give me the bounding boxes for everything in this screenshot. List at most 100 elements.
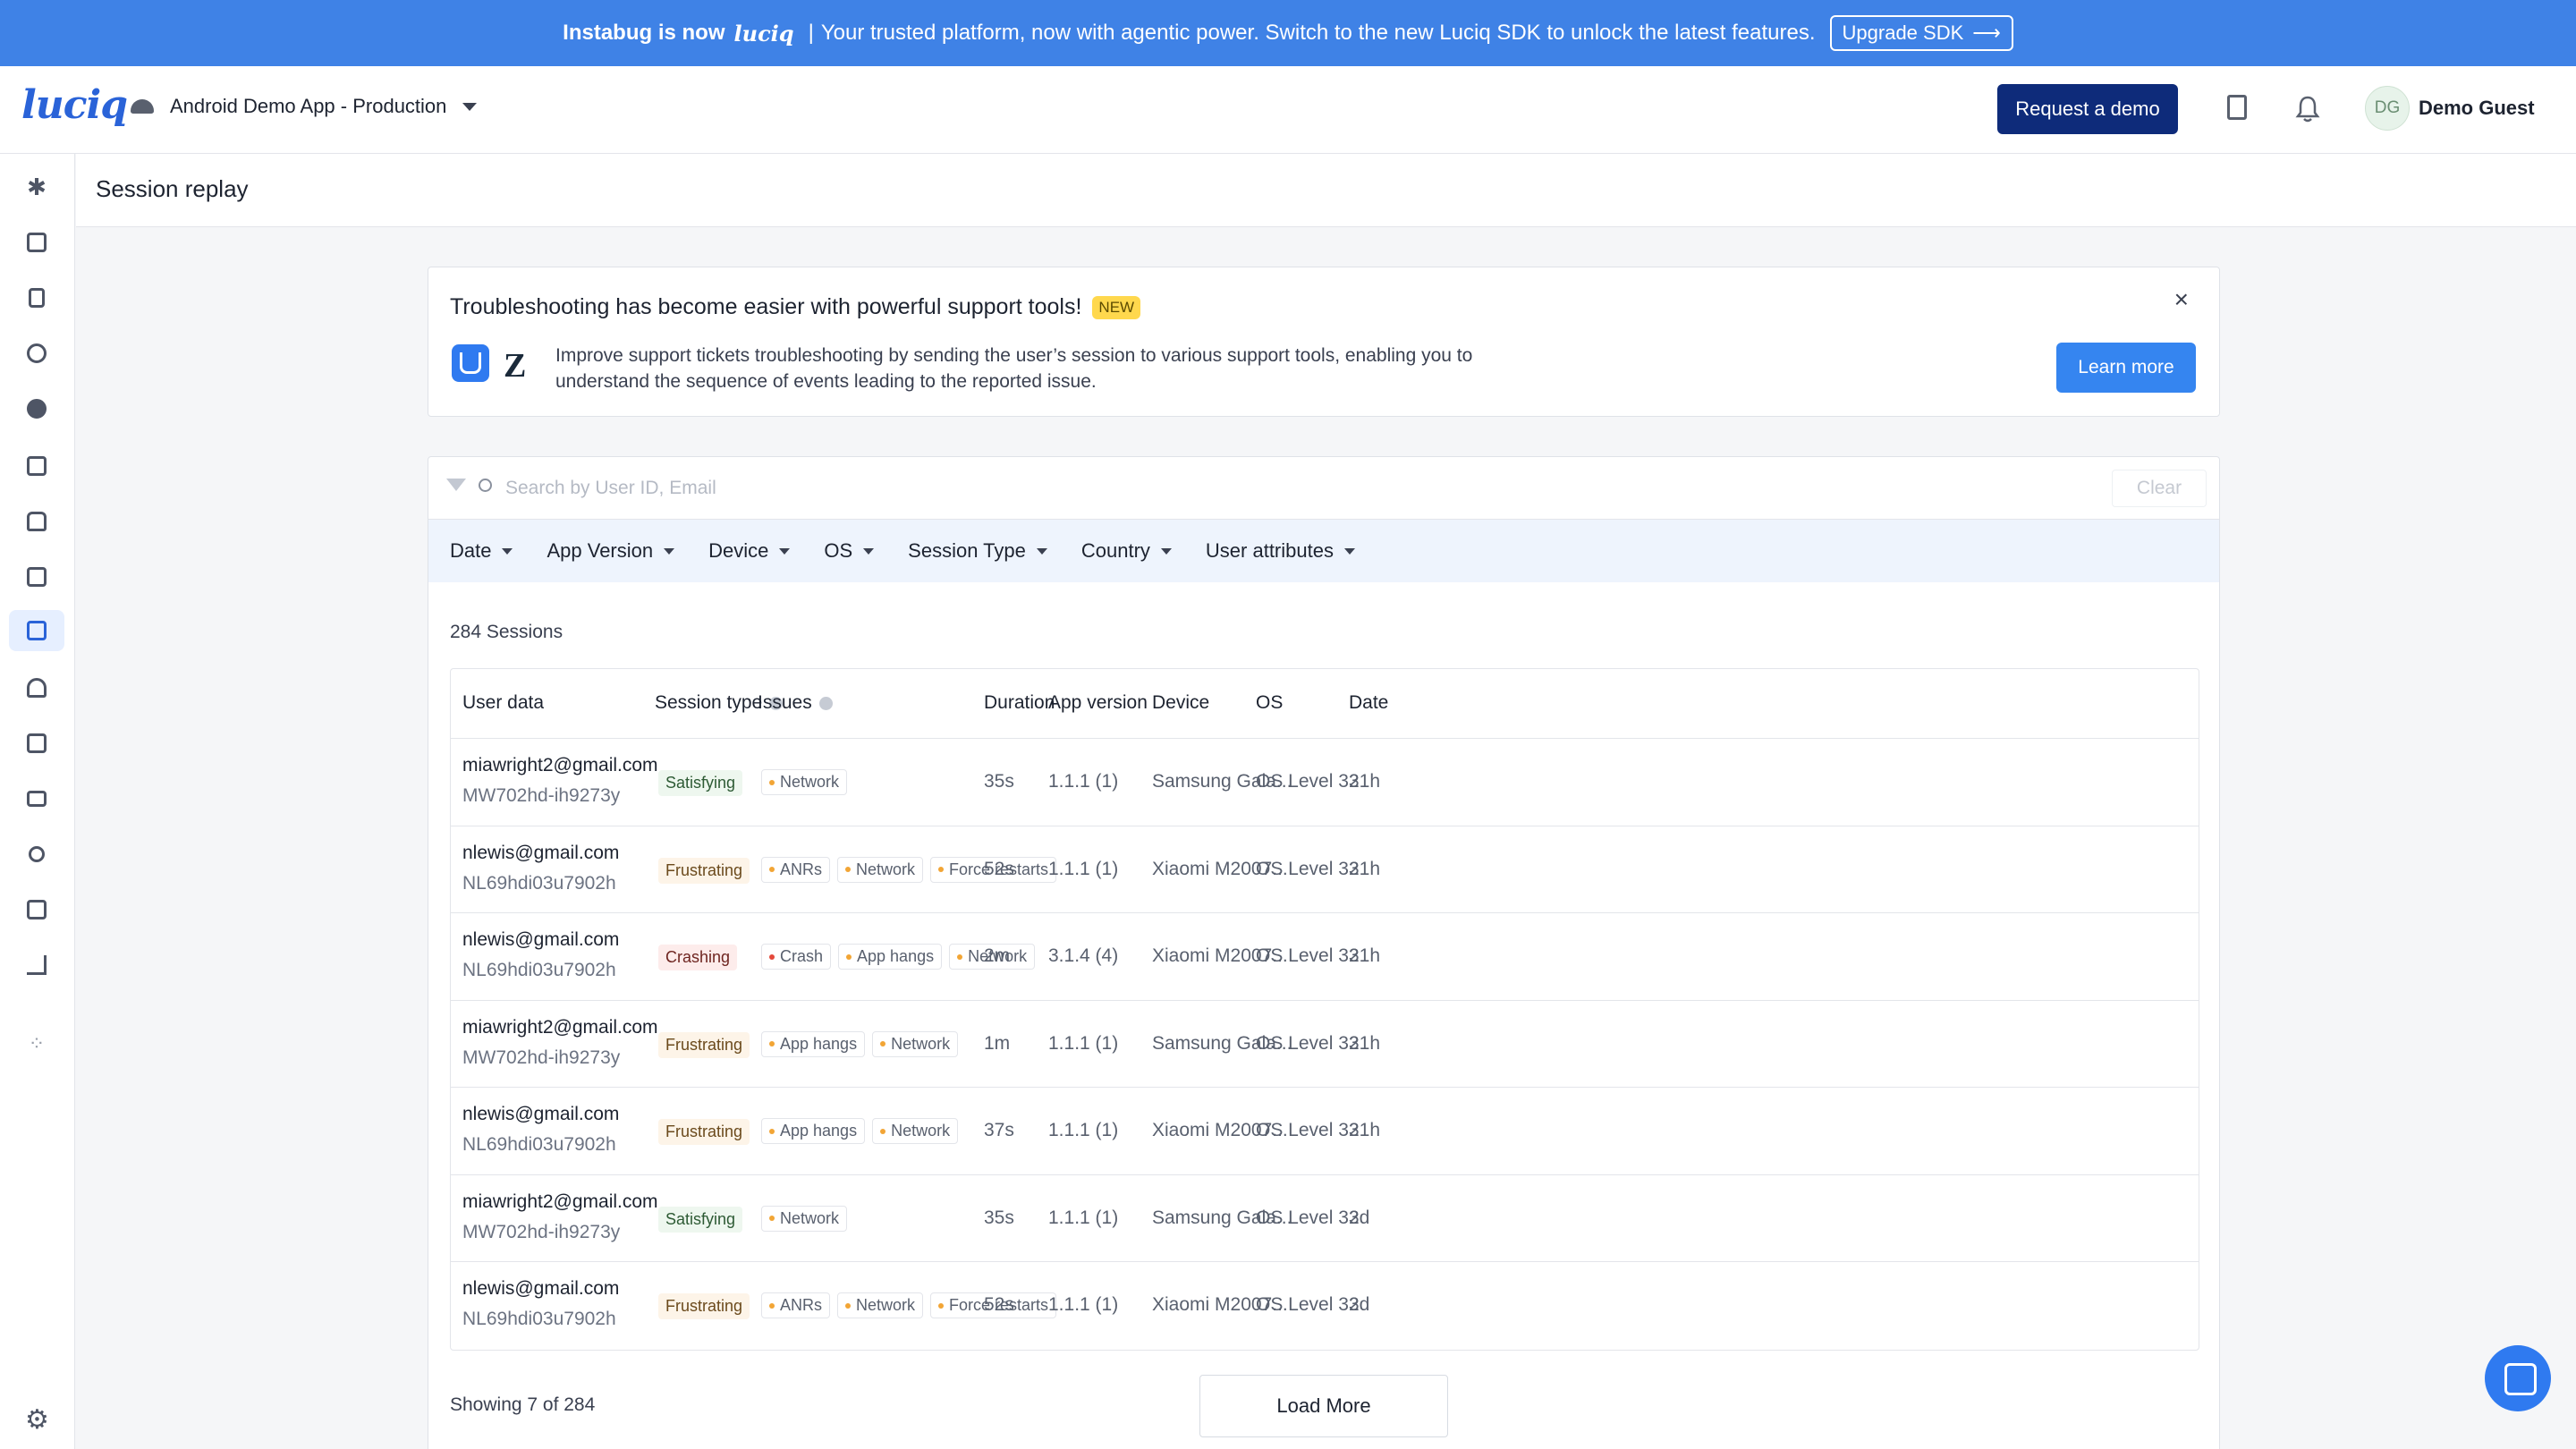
announcement-bar: Instabug is now luciq | Your trusted pla…: [0, 0, 2576, 66]
bug-icon[interactable]: [23, 340, 50, 367]
session-type-badge: Crashing: [658, 945, 738, 970]
user-email: nlewis@gmail.com: [462, 1278, 620, 1299]
screenshot-icon[interactable]: [23, 564, 50, 590]
user-name[interactable]: Demo Guest: [2419, 97, 2535, 120]
clear-button[interactable]: Clear: [2112, 470, 2207, 507]
date: 21h: [1349, 858, 1381, 879]
search-input[interactable]: [505, 473, 1310, 504]
sessions-count: 284 Sessions: [450, 622, 564, 642]
chevron-down-icon: [1343, 547, 1355, 555]
gear-icon[interactable]: ⚙: [25, 1404, 49, 1436]
announcement-message: Your trusted platform, now with agentic …: [820, 21, 1816, 45]
issue-label: ANRs: [780, 1296, 823, 1314]
issue-tag: Network: [761, 769, 848, 795]
avatar[interactable]: DG: [2365, 86, 2410, 131]
session-type-badge: Frustrating: [658, 1293, 750, 1319]
issues-list: App hangs Network: [761, 1030, 959, 1057]
duration: 2m: [984, 945, 1011, 966]
issue-label: Network: [780, 773, 840, 791]
bell-icon[interactable]: [2294, 95, 2321, 123]
table-row[interactable]: nlewis@gmail.com NL69hdi03u7902h Frustrati…: [451, 826, 2199, 913]
chevron-down-icon: [502, 547, 513, 555]
os: OS Level 33: [1256, 1032, 1360, 1054]
upgrade-sdk-button[interactable]: Upgrade SDK ⟶: [1829, 15, 2013, 51]
list-icon[interactable]: [23, 896, 50, 923]
issue-label: Network: [780, 1208, 840, 1227]
arrow-right-icon: ⟶: [1972, 21, 2001, 44]
pin-icon[interactable]: ✱: [23, 174, 50, 200]
announcement-separator: |: [808, 21, 814, 45]
sidebar: ✱ ⁘: [0, 154, 75, 1449]
filter-icon[interactable]: [446, 479, 466, 491]
issue-tag: Network: [837, 856, 924, 883]
filter-label: Date: [450, 539, 492, 562]
issue-dot-icon: [845, 867, 852, 872]
table-row[interactable]: miawright2@gmail.com MW702hd-ih9273y Satis…: [451, 739, 2199, 826]
users-icon[interactable]: [23, 841, 50, 868]
load-more-button[interactable]: Load More: [1199, 1375, 1448, 1437]
analytics-icon[interactable]: [23, 952, 50, 979]
column-header-label: User data: [462, 692, 545, 713]
search-icon: [479, 479, 492, 492]
session-type-badge: Satisfying: [658, 1206, 743, 1233]
table-row[interactable]: miawright2@gmail.com MW702hd-ih9273y Satis…: [451, 1175, 2199, 1262]
support-tools-banner: Troubleshooting has become easier with p…: [428, 267, 2220, 417]
table-header: User data Session type Issues Duration App v…: [451, 669, 2199, 739]
table-body: miawright2@gmail.com MW702hd-ih9273y Satis…: [451, 739, 2199, 1350]
column-header: Date: [1349, 692, 1388, 714]
issue-dot-icon: [846, 953, 852, 960]
os: OS Level 33: [1256, 945, 1360, 966]
filter-country[interactable]: Country: [1081, 539, 1172, 563]
chevron-down-icon: [1036, 547, 1047, 555]
issue-tag: App hangs: [761, 1030, 866, 1057]
luciq-logo[interactable]: luciq: [21, 82, 128, 128]
filter-app-version[interactable]: App Version: [547, 539, 675, 563]
survey-icon[interactable]: [23, 730, 50, 757]
user-email: nlewis@gmail.com: [462, 1104, 620, 1124]
duration: 1m: [984, 1032, 1011, 1054]
filter-os[interactable]: OS: [824, 539, 875, 563]
apps-grid-icon[interactable]: ⁘: [23, 1030, 50, 1057]
dashboard-icon[interactable]: [23, 229, 50, 256]
crown-icon[interactable]: [23, 674, 50, 701]
promo-title: Troubleshooting has become easier with p…: [450, 294, 1082, 319]
user-email: miawright2@gmail.com: [462, 755, 658, 775]
filter-date[interactable]: Date: [450, 539, 513, 563]
filter-session-type[interactable]: Session Type: [908, 539, 1047, 563]
close-icon[interactable]: ×: [2174, 285, 2189, 314]
new-badge: NEW: [1092, 295, 1141, 319]
column-header-label: Duration: [984, 692, 1055, 713]
bolt-icon[interactable]: [23, 453, 50, 479]
page-title-bar: Session replay: [76, 154, 2576, 227]
issue-dot-icon: [938, 1302, 945, 1309]
learn-more-button[interactable]: Learn more: [2056, 343, 2196, 393]
alert-icon[interactable]: [23, 395, 50, 422]
chevron-down-icon: [1160, 547, 1172, 555]
info-icon[interactable]: [818, 696, 833, 710]
device-icon[interactable]: [23, 284, 50, 311]
user-id: NL69hdi03u7902h: [462, 960, 616, 980]
column-header: User data: [462, 692, 544, 714]
session-replay-icon[interactable]: [9, 610, 64, 651]
app-version: 3.1.4 (4): [1048, 945, 1119, 966]
promo-description: Improve support tickets troubleshooting …: [555, 345, 1473, 392]
docs-icon[interactable]: [2227, 95, 2247, 120]
table-row[interactable]: nlewis@gmail.com NL69hdi03u7902h Crashing C…: [451, 913, 2199, 1001]
table-row[interactable]: nlewis@gmail.com NL69hdi03u7902h Frustrati…: [451, 1262, 2199, 1350]
table-row[interactable]: miawright2@gmail.com MW702hd-ih9273y Frust…: [451, 1001, 2199, 1088]
table-row[interactable]: nlewis@gmail.com NL69hdi03u7902h Frustrati…: [451, 1088, 2199, 1175]
app-selector[interactable]: Android Demo App - Production: [131, 95, 478, 118]
issue-dot-icon: [769, 1041, 775, 1046]
filter-user-attributes[interactable]: User attributes: [1206, 539, 1355, 563]
user-id: NL69hdi03u7902h: [462, 1309, 616, 1329]
duration: 52s: [984, 858, 1014, 879]
request-demo-button[interactable]: Request a demo: [1997, 84, 2178, 134]
issue-dot-icon: [769, 953, 775, 960]
storage-icon[interactable]: [23, 785, 50, 812]
app-name: Android Demo App - Production: [170, 95, 447, 117]
date: 21h: [1349, 771, 1381, 792]
chat-support-button[interactable]: [2485, 1345, 2551, 1411]
filters-row: Date App Version Device OS Session Type Count…: [428, 520, 2219, 582]
filter-device[interactable]: Device: [708, 539, 791, 563]
network-icon[interactable]: [23, 508, 50, 535]
